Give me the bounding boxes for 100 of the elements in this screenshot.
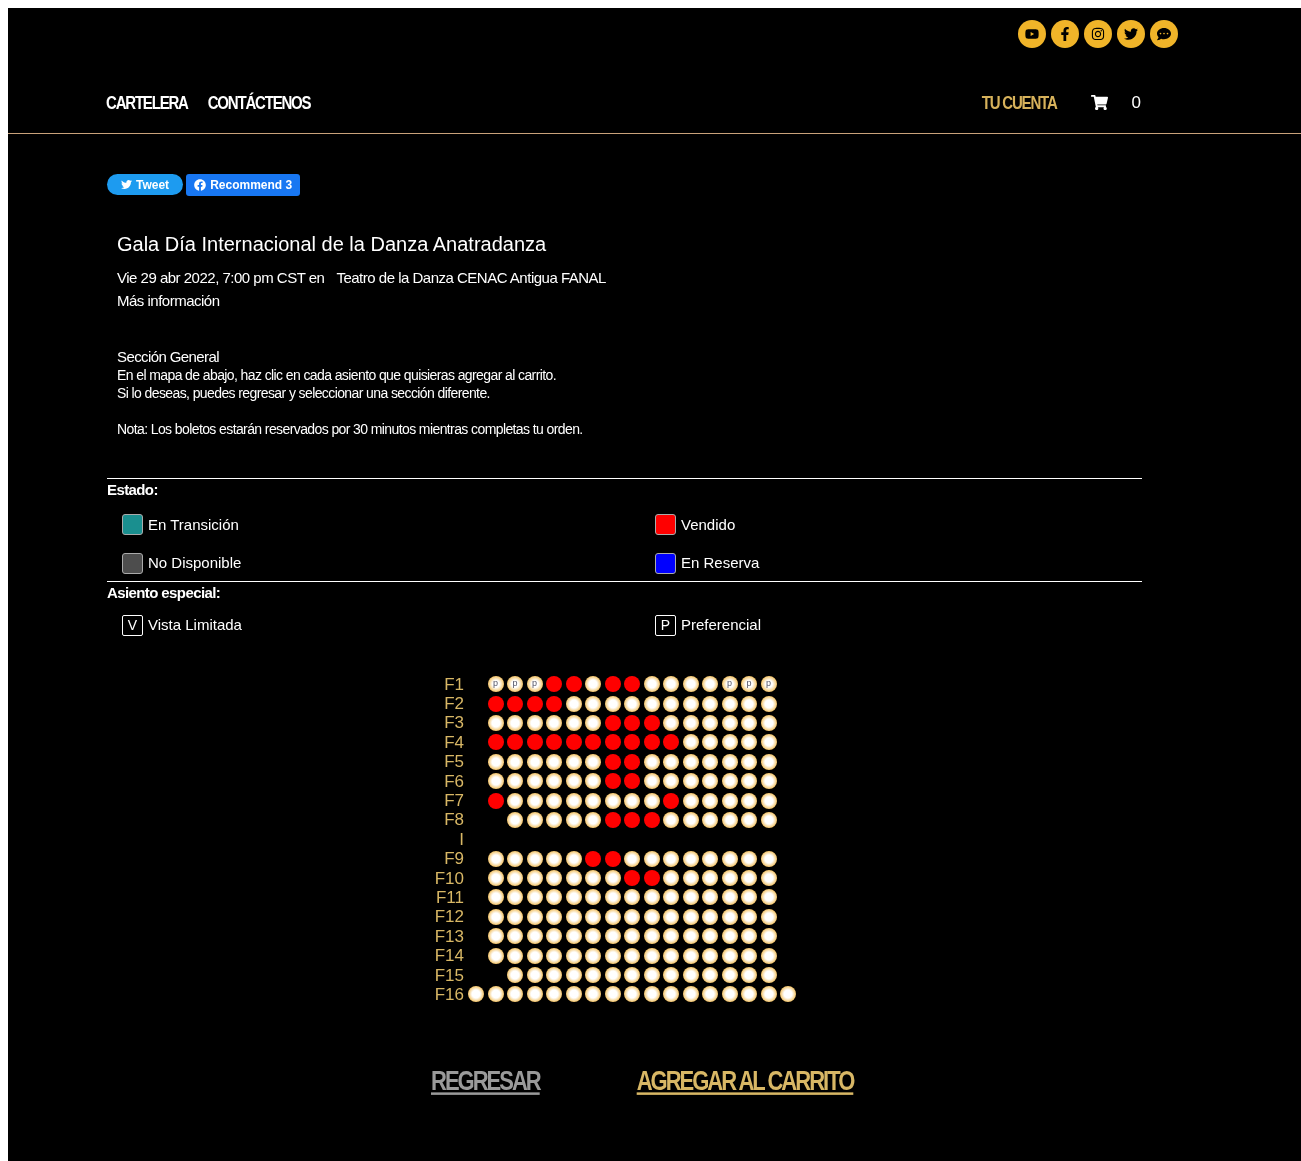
preferential-seat[interactable]: p: [507, 676, 523, 693]
available-seat[interactable]: [682, 908, 699, 925]
available-seat[interactable]: [487, 947, 504, 964]
available-seat[interactable]: [585, 811, 601, 828]
available-seat[interactable]: [760, 792, 777, 809]
available-seat[interactable]: [760, 773, 777, 790]
available-seat[interactable]: [585, 870, 601, 887]
available-seat[interactable]: [507, 850, 523, 867]
available-seat[interactable]: [604, 889, 621, 906]
back-link[interactable]: REGRESAR: [431, 1060, 540, 1102]
available-seat[interactable]: [585, 676, 601, 693]
available-seat[interactable]: [760, 986, 777, 1003]
available-seat[interactable]: [760, 908, 777, 925]
available-seat[interactable]: [526, 908, 543, 925]
facebook-icon[interactable]: [1051, 20, 1079, 48]
available-seat[interactable]: [682, 792, 699, 809]
available-seat[interactable]: [526, 928, 543, 945]
available-seat[interactable]: [487, 773, 504, 790]
available-seat[interactable]: [682, 870, 699, 887]
available-seat[interactable]: [643, 928, 660, 945]
available-seat[interactable]: [663, 889, 679, 906]
available-seat[interactable]: [604, 908, 621, 925]
add-to-cart-link[interactable]: AGREGAR AL CARRITO: [636, 1060, 854, 1102]
available-seat[interactable]: [682, 947, 699, 964]
available-seat[interactable]: [624, 928, 640, 945]
available-seat[interactable]: [565, 870, 582, 887]
available-seat[interactable]: [702, 753, 718, 770]
available-seat[interactable]: [721, 967, 738, 984]
available-seat[interactable]: [507, 908, 523, 925]
available-seat[interactable]: [526, 811, 543, 828]
available-seat[interactable]: [565, 695, 582, 712]
available-seat[interactable]: [702, 773, 718, 790]
available-seat[interactable]: [507, 773, 523, 790]
available-seat[interactable]: [721, 850, 738, 867]
available-seat[interactable]: [663, 908, 679, 925]
available-seat[interactable]: [721, 773, 738, 790]
available-seat[interactable]: [721, 714, 738, 731]
available-seat[interactable]: [487, 850, 504, 867]
available-seat[interactable]: [721, 986, 738, 1003]
available-seat[interactable]: [721, 928, 738, 945]
available-seat[interactable]: [741, 714, 757, 731]
available-seat[interactable]: [604, 792, 621, 809]
available-seat[interactable]: [585, 753, 601, 770]
recommend-button[interactable]: Recommend 3: [186, 174, 301, 196]
available-seat[interactable]: [546, 908, 562, 925]
available-seat[interactable]: [487, 714, 504, 731]
available-seat[interactable]: [702, 695, 718, 712]
available-seat[interactable]: [741, 928, 757, 945]
available-seat[interactable]: [682, 676, 699, 693]
available-seat[interactable]: [565, 889, 582, 906]
available-seat[interactable]: [741, 792, 757, 809]
available-seat[interactable]: [624, 908, 640, 925]
twitter-icon[interactable]: [1117, 20, 1145, 48]
available-seat[interactable]: [682, 773, 699, 790]
available-seat[interactable]: [643, 986, 660, 1003]
available-seat[interactable]: [663, 850, 679, 867]
available-seat[interactable]: [682, 889, 699, 906]
available-seat[interactable]: [702, 811, 718, 828]
available-seat[interactable]: [585, 986, 601, 1003]
available-seat[interactable]: [526, 986, 543, 1003]
available-seat[interactable]: [604, 986, 621, 1003]
available-seat[interactable]: [702, 928, 718, 945]
available-seat[interactable]: [526, 773, 543, 790]
available-seat[interactable]: [507, 714, 523, 731]
preferential-seat[interactable]: p: [721, 676, 738, 693]
available-seat[interactable]: [702, 714, 718, 731]
available-seat[interactable]: [741, 908, 757, 925]
available-seat[interactable]: [663, 714, 679, 731]
available-seat[interactable]: [760, 695, 777, 712]
available-seat[interactable]: [702, 986, 718, 1003]
available-seat[interactable]: [565, 792, 582, 809]
available-seat[interactable]: [643, 792, 660, 809]
available-seat[interactable]: [487, 753, 504, 770]
nav-link[interactable]: CONTÁCTENOS: [207, 88, 311, 117]
available-seat[interactable]: [585, 773, 601, 790]
available-seat[interactable]: [663, 947, 679, 964]
preferential-seat[interactable]: p: [760, 676, 777, 693]
available-seat[interactable]: [702, 676, 718, 693]
available-seat[interactable]: [721, 734, 738, 751]
available-seat[interactable]: [507, 811, 523, 828]
available-seat[interactable]: [546, 986, 562, 1003]
preferential-seat[interactable]: p: [741, 676, 757, 693]
available-seat[interactable]: [760, 967, 777, 984]
available-seat[interactable]: [682, 714, 699, 731]
instagram-icon[interactable]: [1084, 20, 1112, 48]
available-seat[interactable]: [721, 870, 738, 887]
available-seat[interactable]: [741, 889, 757, 906]
available-seat[interactable]: [643, 753, 660, 770]
available-seat[interactable]: [741, 753, 757, 770]
available-seat[interactable]: [468, 986, 484, 1003]
available-seat[interactable]: [663, 773, 679, 790]
available-seat[interactable]: [604, 695, 621, 712]
available-seat[interactable]: [565, 967, 582, 984]
available-seat[interactable]: [663, 753, 679, 770]
available-seat[interactable]: [682, 850, 699, 867]
available-seat[interactable]: [741, 734, 757, 751]
available-seat[interactable]: [682, 734, 699, 751]
available-seat[interactable]: [585, 889, 601, 906]
available-seat[interactable]: [702, 734, 718, 751]
available-seat[interactable]: [643, 967, 660, 984]
